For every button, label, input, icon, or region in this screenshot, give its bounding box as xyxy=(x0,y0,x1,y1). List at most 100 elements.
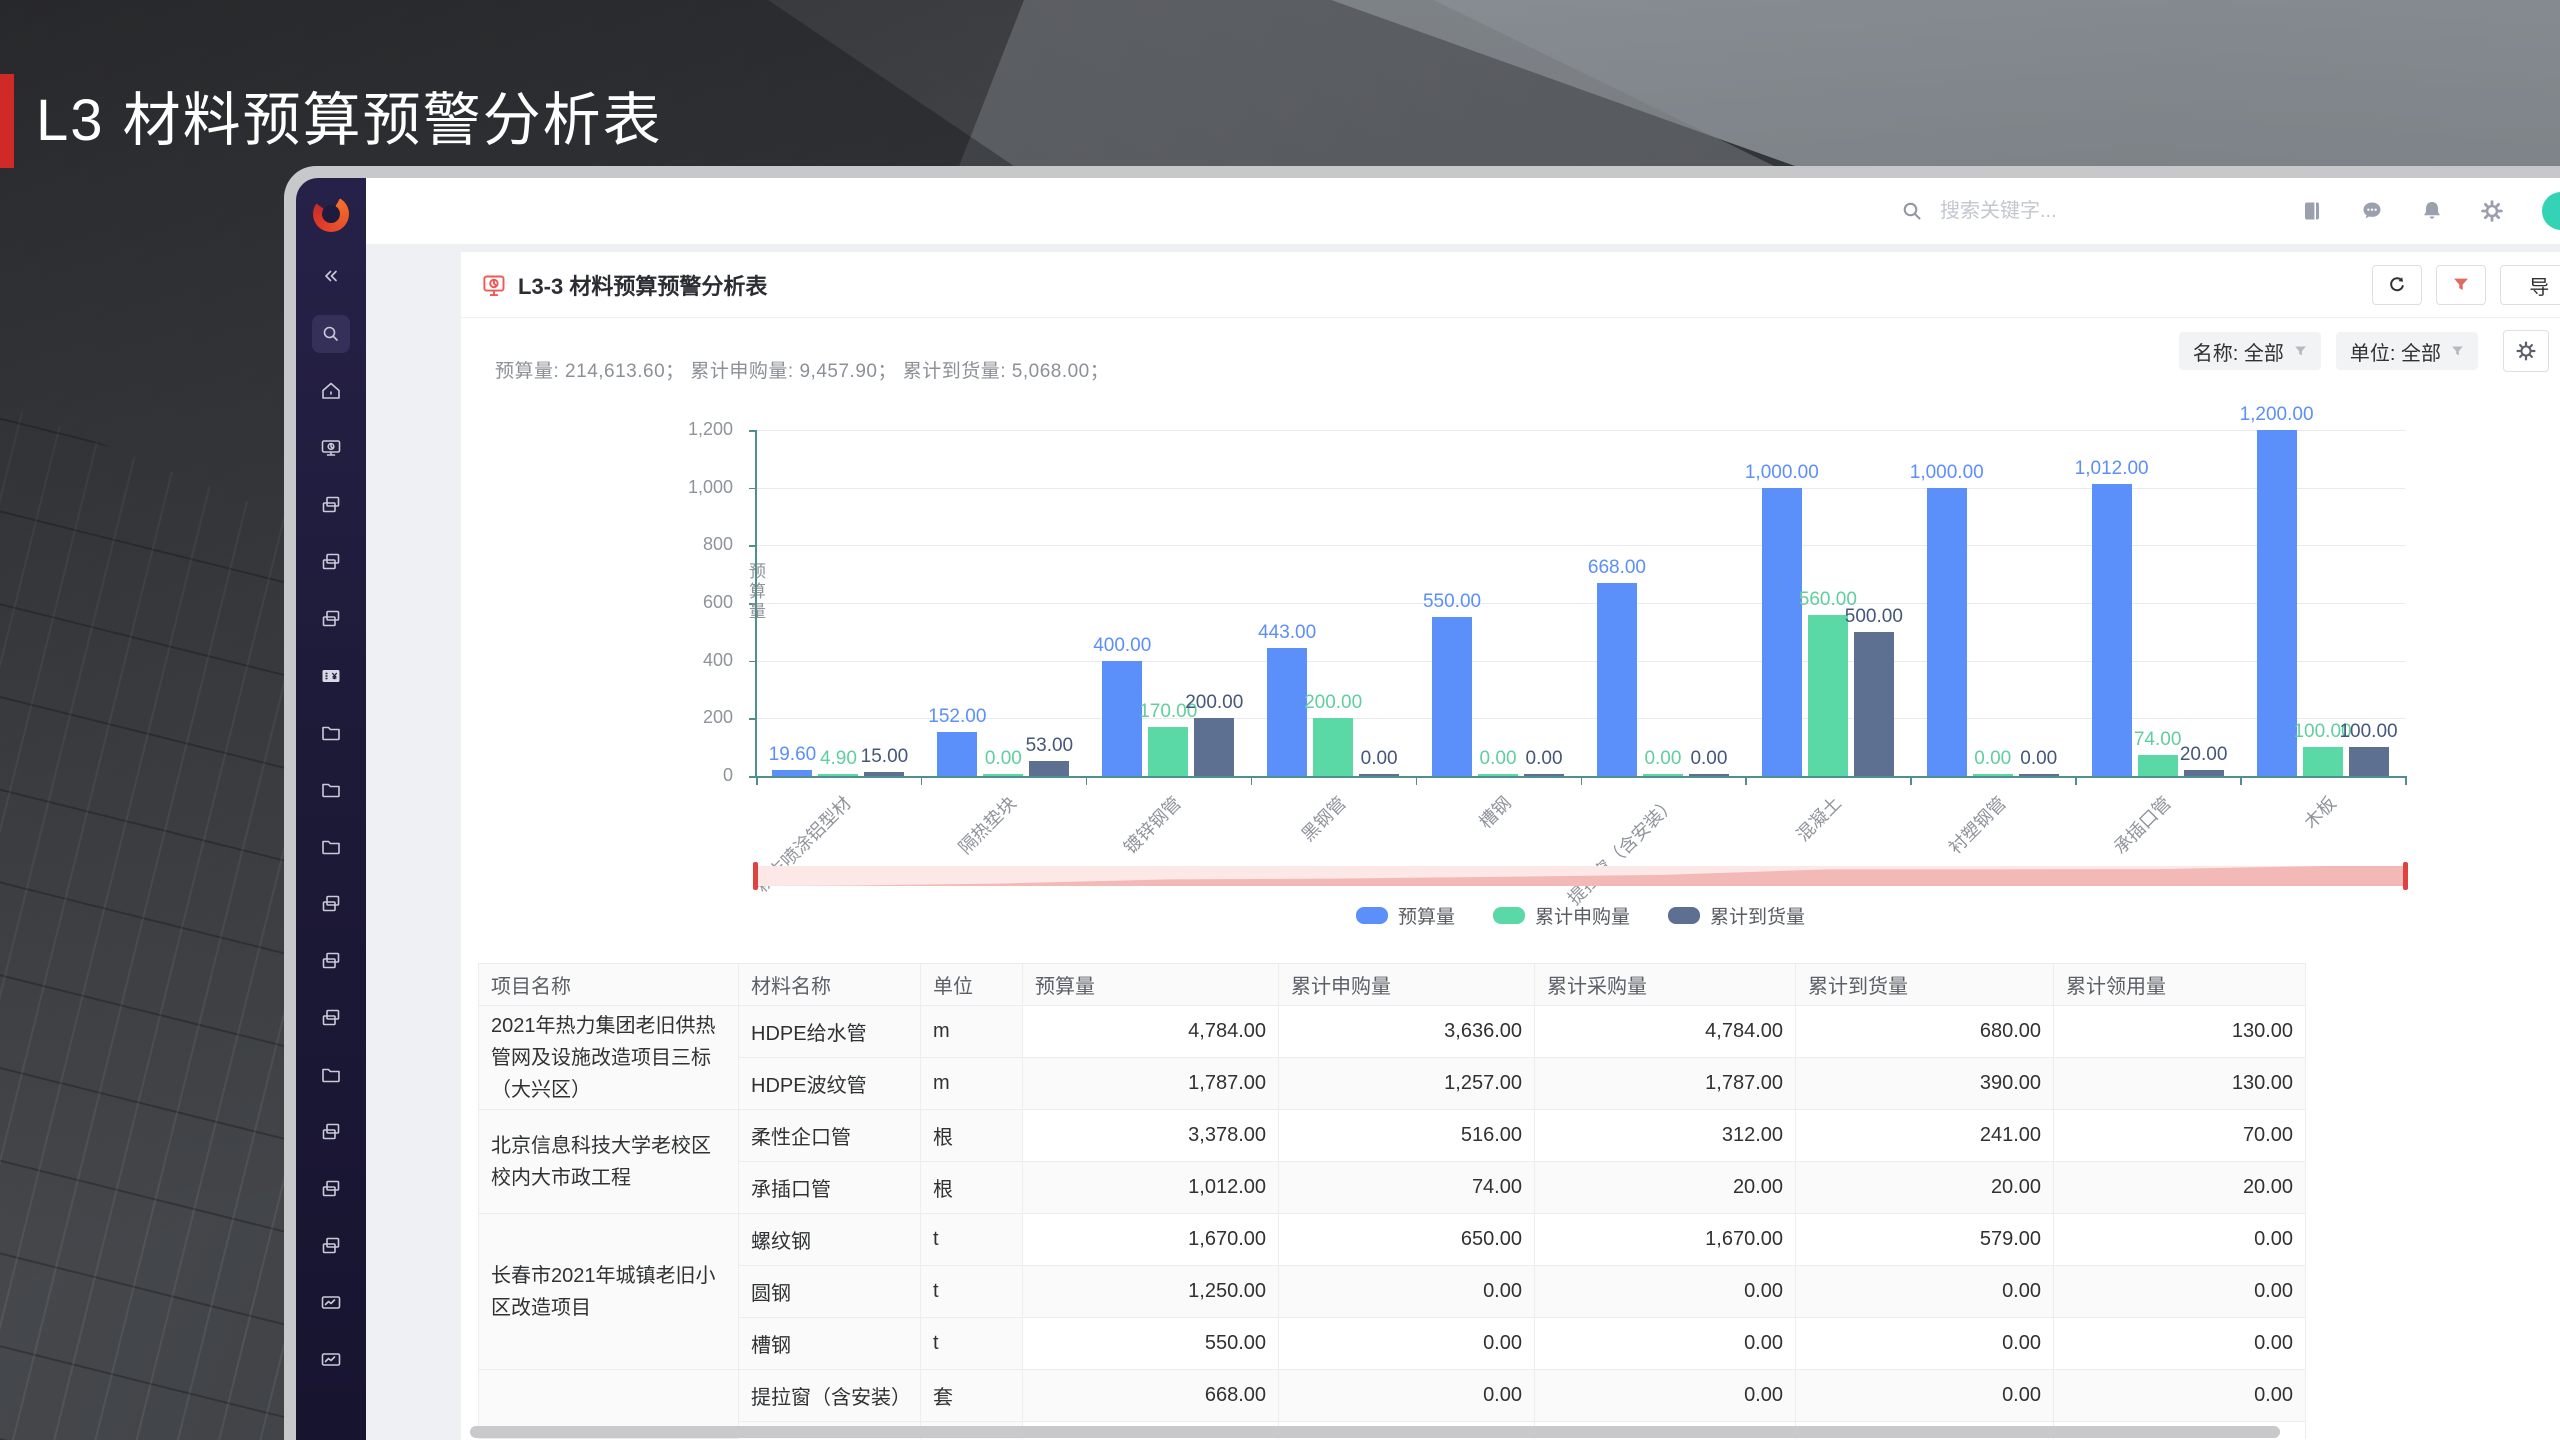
sidebar-item-folder-14[interactable] xyxy=(312,1056,350,1094)
sidebar-item-pages-4[interactable] xyxy=(312,486,350,524)
value-cell: 3,378.00 xyxy=(1022,1109,1279,1162)
sidebar-item-pages-16[interactable] xyxy=(312,1170,350,1208)
sidebar-item-pages-13[interactable] xyxy=(312,999,350,1037)
unit-cell: t xyxy=(920,1317,1023,1370)
bar-累计到货量 xyxy=(1853,631,1894,776)
bar-预算量 xyxy=(1761,487,1802,776)
x-tick xyxy=(2240,776,2242,785)
sidebar-item-pages-5[interactable] xyxy=(312,543,350,581)
sidebar-item-pages-6[interactable] xyxy=(312,600,350,638)
navbar-icons xyxy=(2300,178,2504,244)
horizontal-scrollbar[interactable] xyxy=(470,1426,2280,1438)
name-filter-chip[interactable]: 名称: 全部 xyxy=(2178,332,2321,370)
table-row: 北京信息科技大学老校区校内大市政工程 柔性企口管根 3,378.00 516.00 31… xyxy=(478,1109,2306,1214)
bar-累计到货量 xyxy=(2348,747,2389,776)
sidebar-item-pages-15[interactable] xyxy=(312,1113,350,1151)
content-area: L3-3 材料预算预警分析表 导 名称: 全部 单位: 全部 预算量: 214,… xyxy=(436,244,2560,1440)
app-logo[interactable] xyxy=(296,178,366,250)
bar-累计申购量 xyxy=(1313,718,1354,776)
bar-预算量 xyxy=(772,770,813,776)
sidebar-item-pages-12[interactable] xyxy=(312,942,350,980)
export-button[interactable]: 导 出 xyxy=(2500,265,2560,305)
pages-icon xyxy=(322,895,340,912)
bar-value-label: 1,012.00 xyxy=(2074,458,2149,480)
monitor-chart-icon xyxy=(321,440,341,456)
column-header: 预算量 xyxy=(1022,963,1279,1006)
user-avatar[interactable] xyxy=(2542,192,2560,230)
value-cell: 0.00 xyxy=(1795,1265,2054,1318)
legend-swatch xyxy=(1668,907,1700,924)
zoom-handle-left[interactable] xyxy=(753,862,758,890)
legend-item-预算量[interactable]: 预算量 xyxy=(1355,902,1455,929)
column-settings-button[interactable] xyxy=(2503,330,2549,372)
bell-icon[interactable] xyxy=(2420,199,2444,223)
column-header: 单位 xyxy=(920,963,1023,1006)
value-cell: 516.00 xyxy=(1278,1109,1535,1162)
sidebar xyxy=(296,178,366,1440)
filter-button[interactable] xyxy=(2436,265,2486,305)
value-cell: 20.00 xyxy=(2053,1161,2306,1214)
bar-value-label: 100.00 xyxy=(2293,721,2352,743)
sidebar-item-collapse-0[interactable] xyxy=(312,258,350,296)
table-row: 提拉窗（含安装）套 668.00 0.00 0.00 0.00 0.00 xyxy=(478,1369,2306,1439)
search-input[interactable] xyxy=(1938,198,2238,224)
legend-item-累计到货量[interactable]: 累计到货量 xyxy=(1668,902,1805,929)
bar-预算量 xyxy=(1432,617,1473,776)
report-title: L3-3 材料预算预警分析表 xyxy=(518,274,768,299)
chart-zoom-slider[interactable] xyxy=(756,866,2405,886)
legend-item-累计申购量[interactable]: 累计申购量 xyxy=(1492,902,1630,929)
sidebar-item-home-2[interactable] xyxy=(312,372,350,410)
category-label: 木板 xyxy=(2299,792,2340,833)
table-row: 2021年热力集团老旧供热管网及设施改造项目三标（大兴区） HDPE给水管 m 4,7… xyxy=(478,1005,2306,1110)
bar-value-label: 0.00 xyxy=(1360,747,1398,769)
material-name-cell: 承插口管 xyxy=(738,1161,921,1214)
sidebar-item-search-1[interactable] xyxy=(312,315,350,353)
sidebar-item-folder-10[interactable] xyxy=(312,828,350,866)
material-name-cell: 螺纹钢 xyxy=(738,1213,921,1266)
value-cell: 20.00 xyxy=(1795,1161,2054,1214)
book-icon[interactable] xyxy=(2300,199,2324,223)
x-tick xyxy=(1085,776,1088,785)
folder-icon xyxy=(322,840,340,855)
pages-icon xyxy=(322,952,340,969)
desktop: L3 材料预算预警分析表 搜索关键字... L3-3 材料预算预警分析表 导 名… xyxy=(0,0,2560,1440)
gear-icon[interactable] xyxy=(2480,199,2504,223)
bar-累计申购量 xyxy=(2302,747,2343,776)
legend-swatch xyxy=(1492,907,1525,924)
sidebar-item-monitor-trend-19[interactable] xyxy=(312,1341,350,1379)
gridline xyxy=(756,718,2405,720)
data-table-wrap: 项目名称 材料名称 单位 预算量 累计申购量 累计采购量 累计到货量 累计领用量 2021年热… xyxy=(478,963,2306,1439)
material-name-cell: HDPE波纹管 xyxy=(738,1057,921,1110)
sidebar-item-pages-11[interactable] xyxy=(312,885,350,923)
x-axis-line xyxy=(755,776,2406,778)
sidebar-item-monitor-chart-3[interactable] xyxy=(312,429,350,467)
bar-value-label: 53.00 xyxy=(1025,734,1074,756)
value-cell: 70.00 xyxy=(2053,1109,2306,1162)
pages-icon xyxy=(322,496,340,513)
unit-filter-chip[interactable]: 单位: 全部 xyxy=(2335,332,2478,370)
gridline xyxy=(756,545,2405,547)
category-label: 承插口管 xyxy=(2109,792,2175,858)
value-cell: 74.00 xyxy=(1278,1161,1535,1214)
value-cell: 0.00 xyxy=(1795,1369,2054,1422)
refresh-button[interactable] xyxy=(2372,265,2422,305)
column-header: 累计到货量 xyxy=(1795,963,2054,1006)
x-tick xyxy=(2075,776,2077,785)
sidebar-item-folder-9[interactable] xyxy=(312,771,350,809)
sidebar-item-pages-17[interactable] xyxy=(312,1227,350,1265)
material-name-cell: 圆钢 xyxy=(738,1265,921,1318)
legend-swatch xyxy=(1355,907,1388,924)
x-tick xyxy=(1910,776,1912,785)
export-label: 导 出 xyxy=(2529,276,2560,299)
project-name-cell: 2021年热力集团老旧供热管网及设施改造项目三标（大兴区） xyxy=(478,1005,739,1110)
chat-icon[interactable] xyxy=(2360,199,2384,223)
x-tick xyxy=(2405,776,2407,785)
zoom-handle-right[interactable] xyxy=(2403,862,2408,890)
bar-value-label: 200.00 xyxy=(1304,692,1363,714)
sidebar-item-monitor-trend-18[interactable] xyxy=(312,1284,350,1322)
bar-value-label: 668.00 xyxy=(1587,557,1646,579)
sidebar-item-card-yen-7[interactable] xyxy=(312,657,350,695)
bar-value-label: 0.00 xyxy=(1644,747,1682,769)
sidebar-item-folder-8[interactable] xyxy=(312,714,350,752)
funnel-icon xyxy=(2452,346,2463,355)
